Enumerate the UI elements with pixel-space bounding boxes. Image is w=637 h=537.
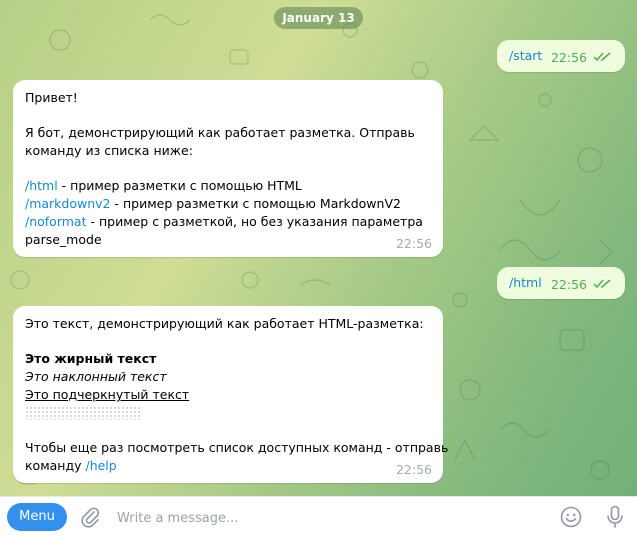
command-row-noformat: /noformat - пример с разметкой, но без у…: [25, 213, 423, 231]
command-description: - пример с разметкой, но без указания па…: [86, 214, 423, 229]
message-intro-line-1: Я бот, демонстрирующий как работает разм…: [25, 125, 415, 140]
message-time: 22:56: [395, 236, 432, 251]
double-check-icon: [593, 279, 611, 289]
command-description: - пример разметки с помощью HTML: [57, 178, 302, 193]
message-text: /html: [509, 275, 542, 290]
message-intro: Это текст, демонстрирующий как работает …: [25, 316, 424, 331]
message-outro-line-2: команду /help: [25, 457, 117, 475]
underlined-text: Это подчеркнутый текст: [25, 387, 190, 402]
command-row-html: /html - пример разметки с помощью HTML: [25, 177, 302, 195]
message-outro-line-1: Чтобы еще раз посмотреть список доступны…: [25, 440, 449, 455]
command-link-html[interactable]: /html: [25, 178, 58, 193]
paperclip-icon[interactable]: [80, 506, 100, 528]
message-greeting: Привет!: [25, 90, 78, 105]
message-intro-line-2: команду из списка ниже:: [25, 143, 193, 158]
smile-icon[interactable]: [560, 506, 582, 528]
menu-button[interactable]: Menu: [7, 503, 67, 531]
bold-text: Это жирный текст: [25, 351, 157, 366]
outro-text: команду: [25, 458, 86, 473]
outgoing-message-start[interactable]: /start 22:56: [497, 40, 625, 72]
message-input[interactable]: [117, 508, 537, 528]
message-text: /start: [509, 48, 543, 63]
italic-text: Это наклонный текст: [25, 369, 167, 384]
microphone-icon[interactable]: [606, 505, 624, 529]
message-time: 22:56: [550, 50, 587, 65]
message-time: 22:56: [550, 277, 587, 292]
message-time: 22:56: [395, 462, 432, 477]
spoiler-text[interactable]: [25, 406, 141, 420]
command-link-help[interactable]: /help: [85, 458, 116, 473]
message-composer: Menu: [0, 496, 637, 537]
command-row-markdown: /markdownv2 - пример разметки с помощью …: [25, 195, 401, 213]
command-link-markdownv2[interactable]: /markdownv2: [25, 196, 111, 211]
command-description: - пример разметки с помощью MarkdownV2: [110, 196, 401, 211]
incoming-message-welcome[interactable]: Привет! Я бот, демонстрирующий как работ…: [13, 80, 443, 257]
incoming-message-html-demo[interactable]: Это текст, демонстрирующий как работает …: [13, 306, 448, 483]
command-description-continued: parse_mode: [25, 232, 102, 247]
date-separator: January 13: [274, 7, 363, 29]
chat-area[interactable]: January 13 /start 22:56 Привет! Я бот, д…: [0, 0, 637, 496]
outgoing-message-html[interactable]: /html 22:56: [497, 267, 625, 299]
command-link-noformat[interactable]: /noformat: [25, 214, 87, 229]
double-check-icon: [593, 52, 611, 62]
